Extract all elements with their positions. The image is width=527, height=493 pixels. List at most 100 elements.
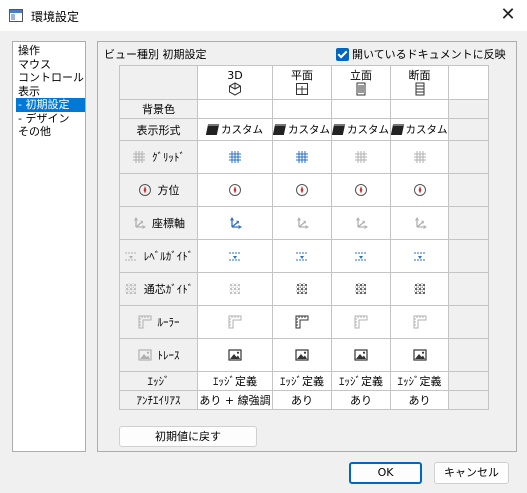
row-label: 方位	[157, 184, 180, 197]
antialias-setting-section[interactable]: あり	[390, 390, 449, 410]
row-grid: ｸﾞﾘｯﾄﾞ	[119, 140, 489, 174]
bearing-toggle-section[interactable]	[390, 173, 449, 207]
cube-icon	[332, 123, 346, 135]
grid-icon	[413, 150, 427, 164]
category-item-control[interactable]: コントロール	[13, 71, 85, 85]
category-item-design[interactable]: - デザイン	[13, 112, 85, 126]
trace-toggle-section[interactable]	[390, 338, 449, 372]
category-item-initial-settings[interactable]: - 初期設定	[16, 98, 85, 112]
level-guide-icon	[124, 249, 138, 263]
grid-toggle-elevation[interactable]	[331, 140, 391, 174]
display-format-elevation[interactable]: カスタム	[331, 118, 391, 141]
ruler-toggle-elevation[interactable]	[331, 305, 391, 339]
center-guide-toggle-elevation[interactable]	[331, 272, 391, 306]
center-guide-icon	[413, 282, 427, 296]
category-item-mouse[interactable]: マウス	[13, 58, 85, 72]
grid-toggle-3d[interactable]	[197, 140, 273, 174]
row-label: ｱﾝﾁｴｲﾘｱｽ	[119, 390, 198, 410]
ruler-icon	[228, 315, 242, 329]
settings-panel: ビュー種別 初期設定 開いているドキュメントに反映 3D 平面 立面 断面 背景…	[97, 41, 517, 452]
window-title: 環境設定	[31, 10, 80, 24]
level-guide-toggle-elevation[interactable]	[331, 239, 391, 273]
level-guide-toggle-section[interactable]	[390, 239, 449, 273]
trace-image-icon	[228, 348, 242, 362]
row-center-guide: 通芯ｶﾞｲﾄﾞ	[119, 272, 489, 306]
level-guide-icon	[413, 249, 427, 263]
panel-title: ビュー種別 初期設定	[104, 48, 207, 61]
antialias-setting-3d[interactable]: あり + 線強調	[197, 390, 273, 410]
trace-toggle-3d[interactable]	[197, 338, 273, 372]
reset-defaults-button[interactable]: 初期値に戻す	[119, 426, 257, 447]
background-color-plan[interactable]	[272, 99, 332, 119]
display-format-3d[interactable]: カスタム	[197, 118, 273, 141]
row-display-format: 表示形式 カスタム カスタム カスタム カスタム	[119, 118, 489, 141]
background-color-elevation[interactable]	[331, 99, 391, 119]
display-format-plan[interactable]: カスタム	[272, 118, 332, 141]
section-view-icon	[413, 82, 427, 96]
column-label-section: 断面	[408, 68, 431, 82]
axes-toggle-elevation[interactable]	[331, 206, 391, 240]
axes-toggle-section[interactable]	[390, 206, 449, 240]
bearing-toggle-elevation[interactable]	[331, 173, 391, 207]
compass-icon	[354, 183, 368, 197]
row-label-cell: 通芯ｶﾞｲﾄﾞ	[119, 272, 198, 306]
grid-toggle-plan[interactable]	[272, 140, 332, 174]
row-bearing: 方位	[119, 173, 489, 207]
row-label: 背景色	[119, 99, 198, 119]
bearing-toggle-3d[interactable]	[197, 173, 273, 207]
category-item-other[interactable]: その他	[13, 125, 85, 139]
level-guide-icon	[295, 249, 309, 263]
close-button[interactable]: ✕	[495, 3, 521, 27]
center-guide-toggle-3d[interactable]	[197, 272, 273, 306]
edge-setting-elevation[interactable]: ｴｯｼﾞ定義	[331, 371, 391, 391]
ruler-toggle-section[interactable]	[390, 305, 449, 339]
level-guide-toggle-plan[interactable]	[272, 239, 332, 273]
ruler-toggle-plan[interactable]	[272, 305, 332, 339]
cancel-button[interactable]: キャンセル	[434, 462, 509, 484]
level-guide-icon	[354, 249, 368, 263]
compass-icon	[228, 183, 242, 197]
row-label: 通芯ｶﾞｲﾄﾞ	[143, 283, 194, 296]
center-guide-toggle-plan[interactable]	[272, 272, 332, 306]
row-trace: ﾄﾚｰｽ	[119, 338, 489, 372]
axes-toggle-3d[interactable]	[197, 206, 273, 240]
trace-toggle-plan[interactable]	[272, 338, 332, 372]
settings-window-icon	[9, 9, 23, 22]
background-color-section[interactable]	[390, 99, 449, 119]
edge-setting-3d[interactable]: ｴｯｼﾞ定義	[197, 371, 273, 391]
elevation-view-icon	[354, 82, 368, 96]
axes-toggle-plan[interactable]	[272, 206, 332, 240]
reflect-checkbox[interactable]	[336, 47, 349, 61]
ruler-toggle-3d[interactable]	[197, 305, 273, 339]
edge-setting-section[interactable]: ｴｯｼﾞ定義	[390, 371, 449, 391]
row-background: 背景色	[119, 99, 489, 119]
row-label: 座標軸	[152, 217, 185, 230]
antialias-setting-elevation[interactable]: あり	[331, 390, 391, 410]
level-guide-toggle-3d[interactable]	[197, 239, 273, 273]
column-label-plan: 平面	[291, 68, 313, 82]
background-color-3d[interactable]	[197, 99, 273, 119]
row-edge: ｴｯｼﾞ ｴｯｼﾞ定義 ｴｯｼﾞ定義 ｴｯｼﾞ定義 ｴｯｼﾞ定義	[119, 371, 489, 391]
category-item-display[interactable]: 表示	[13, 85, 85, 99]
edge-setting-plan[interactable]: ｴｯｼﾞ定義	[272, 371, 332, 391]
bearing-toggle-plan[interactable]	[272, 173, 332, 207]
center-guide-toggle-section[interactable]	[390, 272, 449, 306]
ruler-icon	[295, 315, 309, 329]
antialias-setting-plan[interactable]: あり	[272, 390, 332, 410]
cube-icon	[205, 123, 220, 135]
compass-icon	[413, 183, 427, 197]
trace-toggle-elevation[interactable]	[331, 338, 391, 372]
column-header-3d: 3D	[197, 65, 273, 100]
grid-icon	[228, 150, 242, 164]
row-label: ﾚﾍﾞﾙｶﾞｲﾄﾞ	[143, 250, 194, 263]
grid-toggle-section[interactable]	[390, 140, 449, 174]
display-format-section[interactable]: カスタム	[390, 118, 449, 141]
cube-icon	[391, 123, 404, 135]
center-guide-icon	[124, 282, 138, 296]
ok-button[interactable]: OK	[349, 462, 422, 484]
category-item-operation[interactable]: 操作	[13, 44, 85, 58]
trace-image-icon	[137, 348, 152, 362]
grid-icon	[132, 150, 146, 164]
reflect-to-open-documents[interactable]: 開いているドキュメントに反映	[336, 46, 506, 62]
compass-icon	[138, 183, 152, 197]
